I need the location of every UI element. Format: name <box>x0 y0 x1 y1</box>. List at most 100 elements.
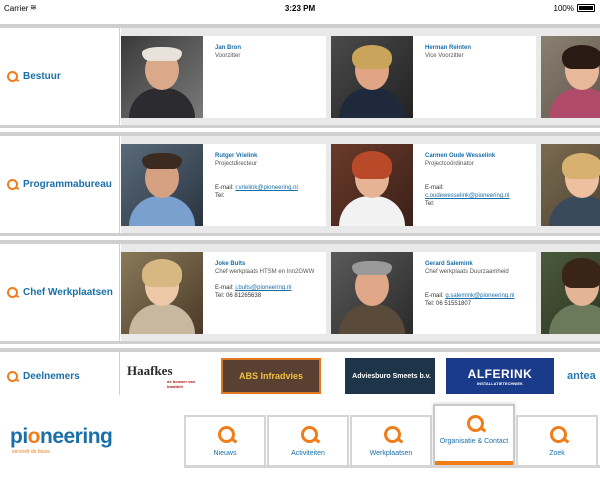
email-label: E-mail: <box>215 285 234 291</box>
person-card[interactable]: Rutger Vrielink Projectdirecteur E-mail:… <box>121 144 326 226</box>
clock: 3:23 PM <box>284 4 316 13</box>
people-carousel[interactable]: Rutger Vrielink Projectdirecteur E-mail:… <box>121 136 600 236</box>
email-label: E-mail: <box>425 185 444 191</box>
brand-word-o: o <box>27 425 41 448</box>
person-name: Joke Bults <box>215 261 246 267</box>
partner-logo-text: Adviesburo Smeets b.v. <box>352 372 431 380</box>
tel-label: Tel: <box>215 193 225 199</box>
tel-label: Tel: <box>425 201 435 207</box>
partner-logo[interactable]: ABS Infradvies <box>221 358 321 394</box>
person-name: Gerard Salemink <box>425 261 473 267</box>
logo-carousel[interactable]: Haafkes de bouwer van kwaliteit ABS Infr… <box>121 352 600 395</box>
person-info: Herman Reinten Vice Voorzitter <box>425 44 545 60</box>
section-label[interactable]: Deelnemers <box>7 371 80 382</box>
partner-logo[interactable]: Haafkes de bouwer van kwaliteit <box>127 358 211 394</box>
section-bestuur: Bestuur Jan Bron Voorzitter Herman Reint… <box>0 24 600 128</box>
tab-nieuws[interactable]: Nieuws <box>184 415 266 465</box>
section-title-deelnemers: Deelnemers <box>23 371 80 382</box>
section-title-bestuur: Bestuur <box>23 71 61 82</box>
battery-percent: 100% <box>553 4 574 13</box>
email-link[interactable]: c.oudewesselink@pioneering.nl <box>425 193 509 199</box>
person-photo <box>121 36 203 118</box>
email-link[interactable]: r.vrielink@pioneering.nl <box>235 185 297 191</box>
section-label[interactable]: Programmabureau <box>7 179 112 190</box>
email-link[interactable]: g.salemink@pioneering.nl <box>445 293 514 299</box>
tab-zoek[interactable]: Zoek <box>516 415 598 465</box>
brand-wordmark: pioneering <box>10 425 113 449</box>
partner-logo[interactable]: Adviesburo Smeets b.v. <box>345 358 435 394</box>
bottom-navigation: pioneering versnelt de bouw Nieuws Activ… <box>0 403 600 480</box>
section-divider <box>0 233 600 236</box>
person-photo <box>541 252 600 334</box>
person-role: Voorzitter <box>215 53 241 59</box>
tab-organisatie-contact[interactable]: Organisatie & Contact <box>433 404 515 465</box>
email-link[interactable]: j.bults@pioneering.nl <box>235 285 291 291</box>
tabs-baseline <box>184 465 600 468</box>
people-carousel[interactable]: Jan Bron Voorzitter Herman Reinten Vice … <box>121 28 600 128</box>
person-role: Projectdirecteur <box>215 161 258 167</box>
partner-logo-text: ABS Infradvies <box>238 371 304 381</box>
person-info: Joke Bults Chef werkplaats HTSM en Inn2G… <box>215 260 335 300</box>
person-info: Rutger Vrielink Projectdirecteur E-mail:… <box>215 152 335 200</box>
person-photo <box>541 144 600 226</box>
person-card[interactable]: Joke Bults Chef werkplaats HTSM en Inn2G… <box>121 252 326 334</box>
person-name: Herman Reinten <box>425 45 472 51</box>
pioneering-o-icon <box>7 371 18 382</box>
tab-label: Activiteiten <box>291 450 325 457</box>
person-card-partial[interactable] <box>541 252 600 334</box>
person-name: Jan Bron <box>215 45 242 51</box>
pioneering-o-icon <box>550 426 567 443</box>
person-photo <box>121 252 203 334</box>
tel-label: Tel: <box>425 301 435 307</box>
brand-logo: pioneering versnelt de bouw <box>10 425 113 455</box>
pioneering-o-icon <box>301 426 318 443</box>
pioneering-o-icon <box>7 71 18 82</box>
tel-value: 06 51551807 <box>436 301 472 307</box>
person-name: Carmen Oude Wesselink <box>425 153 496 159</box>
pioneering-o-icon <box>7 287 18 298</box>
partner-logo-partial[interactable]: antea <box>567 358 600 394</box>
person-role: Projectcoördinator <box>425 161 474 167</box>
section-label-column: Chef Werkplaatsen <box>0 244 120 344</box>
section-label[interactable]: Bestuur <box>7 71 61 82</box>
person-card[interactable]: Jan Bron Voorzitter <box>121 36 326 118</box>
tel-label: Tel: <box>215 293 225 299</box>
person-info: Jan Bron Voorzitter <box>215 44 335 60</box>
person-info: Carmen Oude Wesselink Projectcoördinator… <box>425 152 545 208</box>
battery-icon <box>577 4 595 12</box>
tab-label: Zoek <box>549 450 565 457</box>
tab-activiteiten[interactable]: Activiteiten <box>267 415 349 465</box>
person-role: Chef werkplaats HTSM en Inn2GWW <box>215 269 315 275</box>
section-title-werkplaatsen: Chef Werkplaatsen <box>23 287 113 298</box>
pioneering-o-icon <box>467 415 484 432</box>
tab-label: Nieuws <box>213 450 237 457</box>
section-label-column: Bestuur <box>0 28 120 128</box>
person-card[interactable]: Gerard Salemink Chef werkplaats Duurzaam… <box>331 252 536 334</box>
person-role: Vice Voorzitter <box>425 53 464 59</box>
person-photo <box>331 144 413 226</box>
section-divider <box>0 341 600 344</box>
tel-value: 06 81265638 <box>226 293 262 299</box>
brand-tagline: versnelt de bouw <box>12 449 50 455</box>
pioneering-o-icon <box>7 179 18 190</box>
person-card[interactable]: Carmen Oude Wesselink Projectcoördinator… <box>331 144 536 226</box>
email-label: E-mail: <box>425 293 444 299</box>
status-bar: Carrier ≋ 3:23 PM 100% <box>0 0 600 16</box>
tab-label: Organisatie & Contact <box>439 438 509 445</box>
tab-label: Werkplaatsen <box>369 450 413 457</box>
pioneering-o-icon <box>218 426 235 443</box>
person-card-partial[interactable] <box>541 144 600 226</box>
section-label-column: Programmabureau <box>0 136 120 236</box>
person-card[interactable]: Herman Reinten Vice Voorzitter <box>331 36 536 118</box>
person-card-partial[interactable] <box>541 36 600 118</box>
person-role: Chef werkplaats Duurzaamheid <box>425 269 509 275</box>
section-label[interactable]: Chef Werkplaatsen <box>7 287 113 298</box>
partner-logo-text: ALFERINK <box>467 366 533 381</box>
people-carousel[interactable]: Joke Bults Chef werkplaats HTSM en Inn2G… <box>121 244 600 344</box>
partner-logo-sub: de bouwer van kwaliteit <box>167 379 196 389</box>
person-photo <box>331 252 413 334</box>
section-label-column: Deelnemers <box>0 352 120 395</box>
partner-logo[interactable]: ALFERINK INSTALLATIETECHNIEK <box>446 358 554 394</box>
tab-werkplaatsen[interactable]: Werkplaatsen <box>350 415 432 465</box>
section-divider <box>0 125 600 128</box>
